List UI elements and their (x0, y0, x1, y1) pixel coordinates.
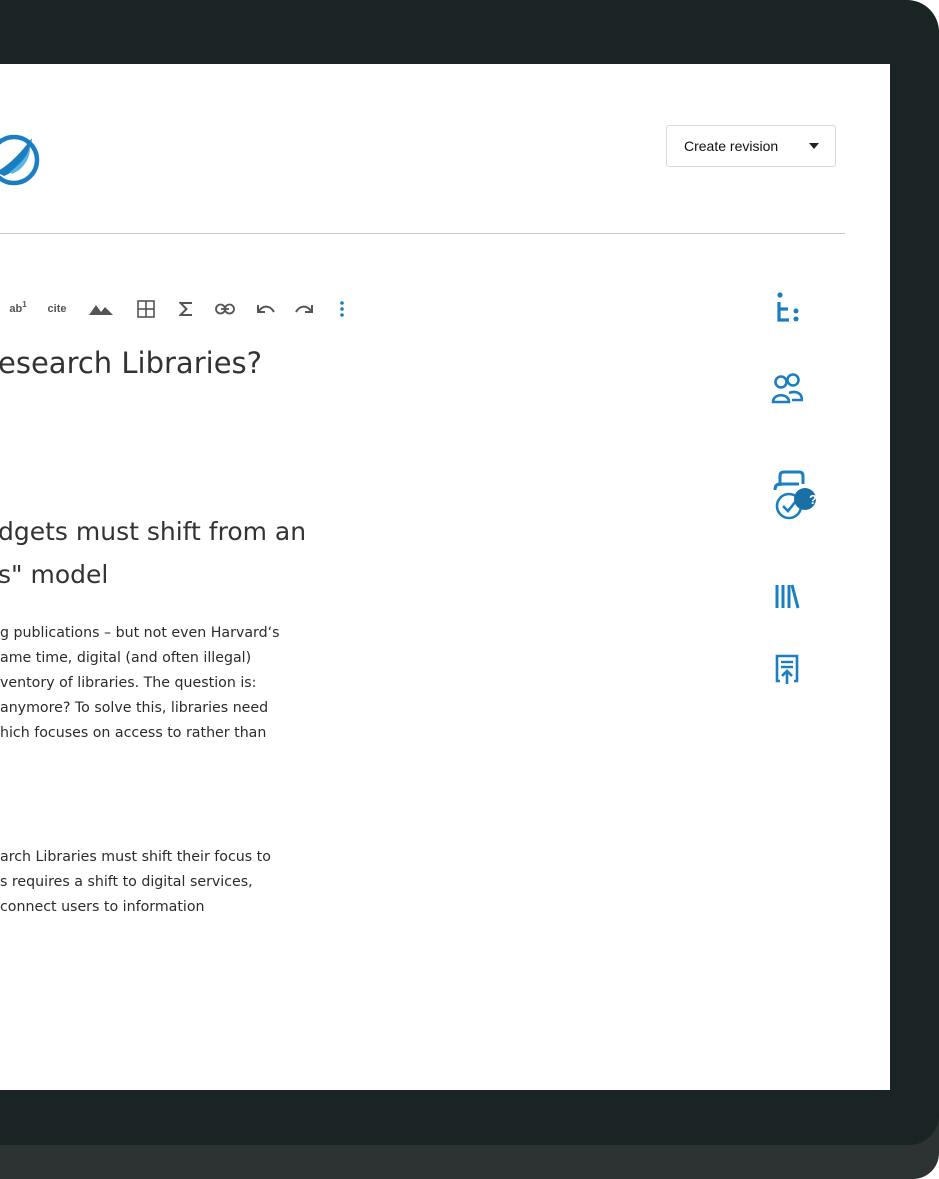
paragraph-line: anymore? To solve this, libraries need (0, 700, 269, 716)
chevron-down-icon[interactable] (794, 126, 835, 166)
paragraph-line: ame time, digital (and often illegal) (0, 650, 252, 666)
section-heading-line: dgets must shift from an (0, 517, 307, 546)
app-logo-icon[interactable] (0, 126, 42, 192)
paragraph-line: hich focuses on access to rather than (0, 725, 267, 741)
tag-icon[interactable] (752, 292, 822, 330)
cite-button[interactable]: cite (42, 292, 72, 326)
cite-label: cite (47, 303, 67, 315)
create-revision-button[interactable]: Create revision (667, 138, 794, 154)
review-badge: ? (809, 492, 817, 507)
document-title[interactable]: esearch Libraries? (0, 346, 262, 380)
undo-icon[interactable] (250, 292, 280, 326)
paragraph-line: ventory of libraries. The question is: (0, 675, 257, 691)
header-divider (0, 233, 845, 234)
section-heading-line: s" model (0, 560, 109, 589)
paragraph-line: arch Libraries must shift their focus to (0, 849, 271, 865)
table-icon[interactable] (128, 292, 164, 326)
image-icon[interactable] (84, 292, 118, 326)
more-options-icon[interactable] (330, 292, 354, 326)
export-icon[interactable] (752, 654, 822, 688)
paragraph-line: connect users to information (0, 899, 205, 915)
section-heading[interactable]: dgets must shift from an s" model (0, 510, 306, 596)
formula-icon[interactable] (172, 292, 200, 326)
paragraph-line: g publications – but not even Harvard‘s (0, 625, 280, 641)
editor-toolbar: ab 1 cite (0, 292, 430, 326)
paragraph-line: s requires a shift to digital services, (0, 874, 253, 890)
redo-icon[interactable] (290, 292, 320, 326)
collaborators-icon[interactable] (752, 372, 822, 408)
superscript-button[interactable]: ab 1 (4, 292, 32, 326)
editor-screen: Create revision ab 1 cite esearch Librar… (0, 64, 890, 1090)
create-revision-dropdown[interactable]: Create revision (666, 125, 836, 167)
library-icon[interactable] (752, 582, 822, 612)
body-paragraph[interactable]: arch Libraries must shift their focus to… (0, 845, 271, 920)
review-icon[interactable]: ? (752, 466, 822, 528)
link-icon[interactable] (210, 292, 240, 326)
superscript-label: ab (9, 303, 23, 315)
body-paragraph[interactable]: g publications – but not even Harvard‘s … (0, 621, 280, 746)
superscript-index: 1 (22, 299, 27, 309)
